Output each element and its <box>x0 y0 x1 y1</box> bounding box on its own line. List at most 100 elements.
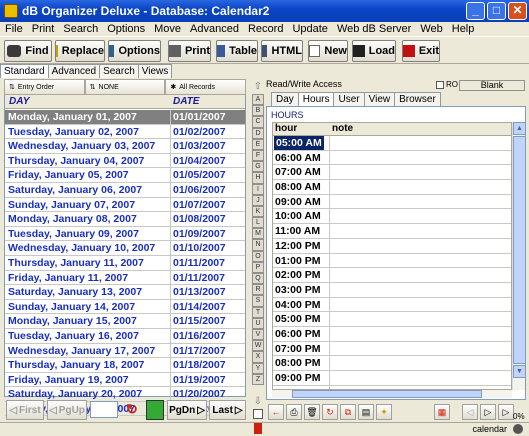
back-arrow-icon[interactable]: ← <box>268 404 284 420</box>
letter-index-item[interactable]: G <box>252 161 264 173</box>
tab-standard[interactable]: Standard <box>0 64 49 78</box>
menu-advanced[interactable]: Advanced <box>185 22 243 36</box>
table-row[interactable]: Saturday, January 06, 2007 01/06/2007 <box>5 182 245 198</box>
menu-search[interactable]: Search <box>58 22 102 36</box>
light-bulb-icon[interactable]: ✦ <box>376 404 392 420</box>
letter-index-item[interactable]: D <box>252 127 264 139</box>
pgdn-button[interactable]: PgDn ▷ <box>167 400 207 420</box>
duplicate-icon[interactable]: ▦ <box>434 404 450 420</box>
minimize-button[interactable]: _ <box>466 2 485 20</box>
all-records-button[interactable]: ✱ All Records <box>165 79 247 95</box>
menu-print[interactable]: Print <box>27 22 59 36</box>
last-record-icon[interactable]: ▷ <box>498 404 514 420</box>
up-arrow-icon[interactable]: ⇧ <box>252 81 264 93</box>
column-header-hour[interactable]: hour <box>275 123 297 134</box>
table-row[interactable]: Sunday, January 14, 2007 01/14/2007 <box>5 299 245 315</box>
menu-help[interactable]: Help <box>447 22 479 36</box>
record-number-input[interactable] <box>90 401 118 418</box>
down-arrow-icon[interactable]: ⇩ <box>252 396 264 408</box>
color-palette-icon[interactable] <box>146 400 164 420</box>
letter-index-item[interactable]: I <box>252 183 264 195</box>
read-only-checkbox[interactable] <box>436 80 444 89</box>
maximize-button[interactable]: □ <box>487 2 506 20</box>
printer-icon[interactable]: ⎙ <box>286 404 302 420</box>
scroll-up-icon[interactable]: ▲ <box>513 122 526 135</box>
tab-advanced[interactable]: Advanced <box>47 64 101 78</box>
table-row[interactable]: Friday, January 05, 2007 01/05/2007 <box>5 168 245 183</box>
trash-icon[interactable]: 🗑 <box>304 404 320 420</box>
new-button[interactable]: New <box>308 40 348 62</box>
hour-row[interactable]: 07:00 PM <box>273 341 511 357</box>
hour-row[interactable]: 11:00 AM <box>273 224 511 239</box>
hour-row[interactable]: 12:00 PM <box>273 238 511 254</box>
table-row[interactable]: Thursday, January 04, 2007 01/04/2007 <box>5 153 245 169</box>
horizontal-scroll-thumb[interactable] <box>292 390 482 398</box>
hour-row[interactable]: 09:00 PM <box>273 371 511 386</box>
letter-index-item[interactable]: V <box>252 328 264 341</box>
letter-index-item[interactable]: Z <box>252 373 264 385</box>
letter-index-item[interactable]: Q <box>252 273 264 285</box>
first-button[interactable]: ◁ First <box>6 400 44 420</box>
tab-user[interactable]: User <box>333 92 365 106</box>
table-row[interactable]: Monday, January 15, 2007 01/15/2007 <box>5 314 245 329</box>
hour-row[interactable]: 08:00 AM <box>273 180 511 195</box>
table-row[interactable]: Monday, January 01, 2007 01/01/2007 <box>5 110 245 125</box>
exit-button[interactable]: Exit <box>402 40 440 62</box>
paste-record-icon[interactable]: ▤ <box>358 404 374 420</box>
column-header-note[interactable]: note <box>332 123 353 134</box>
column-header-day[interactable]: DAY <box>9 96 29 107</box>
letter-index-item[interactable]: T <box>252 306 264 318</box>
letter-index-item[interactable]: C <box>252 116 264 128</box>
hour-row[interactable]: 06:00 AM <box>273 150 511 166</box>
tab-search[interactable]: Search <box>99 64 139 78</box>
letter-index-item[interactable]: B <box>252 105 264 117</box>
table-row[interactable]: Tuesday, January 09, 2007 01/09/2007 <box>5 226 245 242</box>
refresh-icon[interactable]: ↻ <box>124 401 140 418</box>
index-none-button[interactable]: ⇅ NONE <box>84 79 166 95</box>
print-button[interactable]: Print <box>168 40 211 62</box>
hour-row[interactable]: 03:00 PM <box>273 282 511 298</box>
hour-row[interactable]: 06:00 PM <box>273 326 511 342</box>
scroll-down-icon[interactable]: ▼ <box>513 365 526 378</box>
html-button[interactable]: HTML <box>261 40 303 62</box>
letter-index-item[interactable]: H <box>252 172 264 184</box>
table-button[interactable]: Table <box>216 40 258 62</box>
menu-web[interactable]: Web <box>415 22 446 36</box>
hour-row[interactable]: 10:00 AM <box>273 209 511 225</box>
toggle-checkbox[interactable] <box>253 409 263 419</box>
menu-web-db-server[interactable]: Web dB Server <box>332 22 415 36</box>
menu-options[interactable]: Options <box>102 22 149 36</box>
next-record-icon[interactable]: ▷ <box>480 404 496 420</box>
find-button[interactable]: Find <box>4 40 52 62</box>
letter-index-item[interactable]: M <box>252 228 264 240</box>
hour-row[interactable]: 01:00 PM <box>273 253 511 269</box>
table-row[interactable]: Saturday, January 13, 2007 01/13/2007 <box>5 285 245 300</box>
letter-index-item[interactable]: O <box>252 250 264 262</box>
last-button[interactable]: Last ▷ <box>209 400 246 420</box>
table-row[interactable]: Tuesday, January 02, 2007 01/02/2007 <box>5 124 245 140</box>
menu-file[interactable]: File <box>0 22 27 36</box>
letter-index-item[interactable]: N <box>252 239 264 251</box>
tab-views[interactable]: Views <box>137 64 173 78</box>
hour-row[interactable]: 02:00 PM <box>273 268 511 283</box>
tab-view[interactable]: View <box>363 92 396 106</box>
letter-index-item[interactable]: S <box>252 295 264 307</box>
letter-index-item[interactable]: X <box>252 351 264 363</box>
letter-index-item[interactable]: E <box>252 138 264 150</box>
hour-row[interactable]: 05:00 AM <box>273 136 511 151</box>
replace-button[interactable]: Replace <box>55 40 105 62</box>
tab-hours[interactable]: Hours <box>297 92 335 106</box>
table-row[interactable]: Thursday, January 11, 2007 01/11/2007 <box>5 255 245 271</box>
letter-index-item[interactable]: U <box>252 317 264 329</box>
letter-index-item[interactable]: L <box>252 217 264 229</box>
table-row[interactable]: Friday, January 19, 2007 01/19/2007 <box>5 372 245 388</box>
letter-index-item[interactable]: F <box>252 149 264 162</box>
tab-day[interactable]: Day <box>271 92 299 106</box>
blank-button[interactable]: Blank <box>459 80 525 91</box>
letter-index-item[interactable]: A <box>252 94 264 106</box>
letter-index-item[interactable]: P <box>252 261 264 273</box>
menu-update[interactable]: Update <box>287 22 331 36</box>
table-row[interactable]: Monday, January 08, 2007 01/08/2007 <box>5 212 245 227</box>
hour-row[interactable]: 05:00 PM <box>273 312 511 327</box>
prev-record-icon[interactable]: ◁ <box>462 404 478 420</box>
